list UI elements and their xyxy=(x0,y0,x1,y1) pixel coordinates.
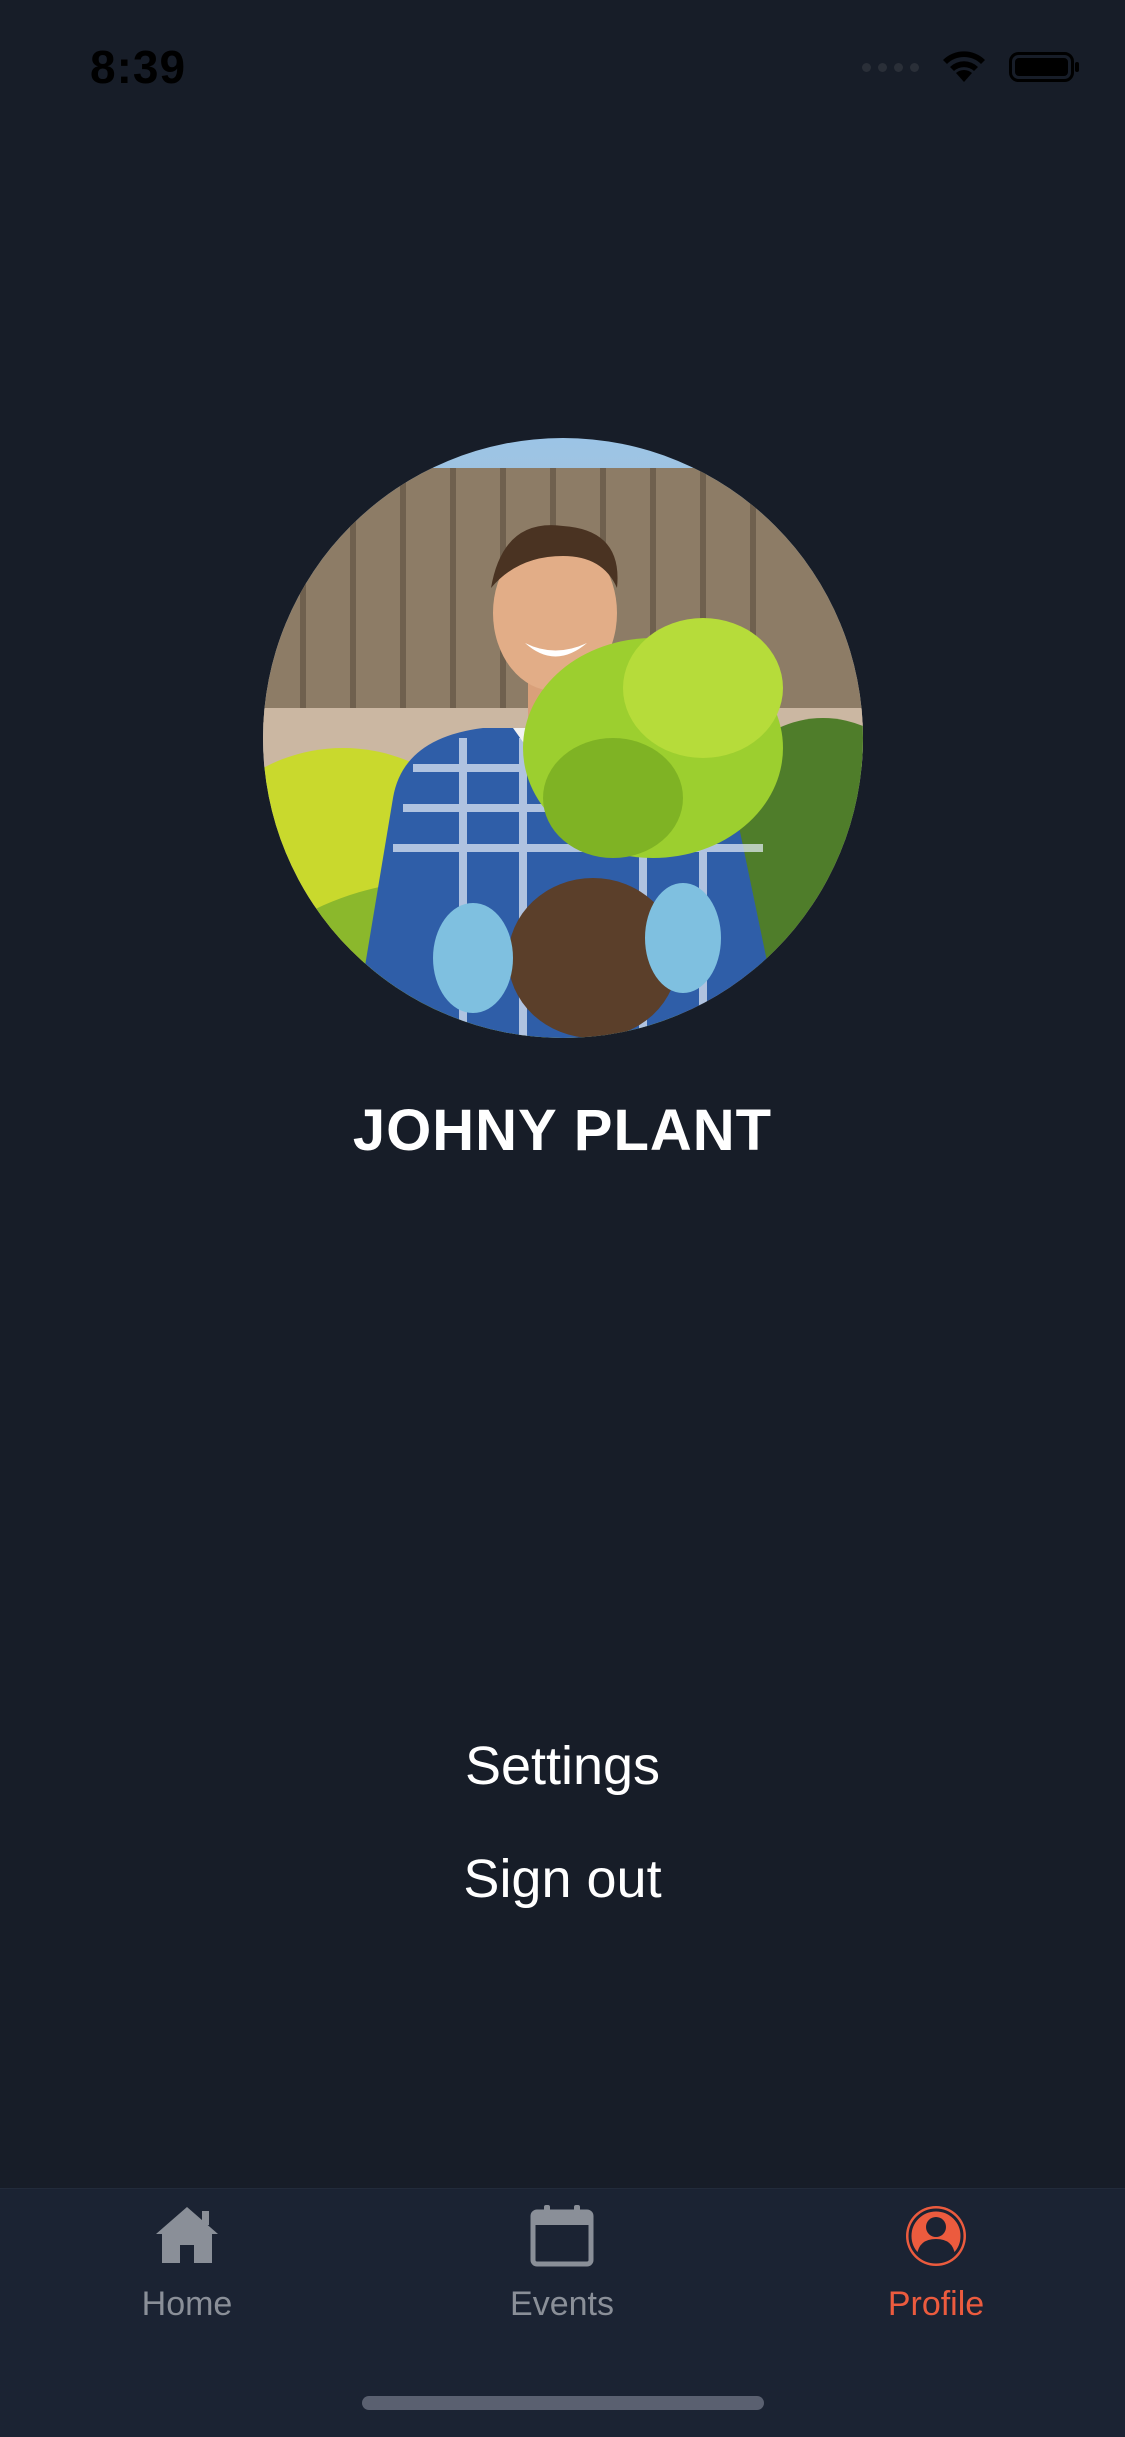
cellular-signal-icon xyxy=(862,62,919,72)
home-indicator xyxy=(362,2396,764,2410)
sign-out-link[interactable]: Sign out xyxy=(0,1848,1125,1910)
tab-events-label: Events xyxy=(510,2285,614,2323)
profile-photo xyxy=(263,438,863,1038)
tab-profile-label: Profile xyxy=(887,2285,985,2323)
settings-link[interactable]: Settings xyxy=(0,1735,1125,1797)
calendar-icon xyxy=(530,2205,594,2267)
battery-icon xyxy=(1009,52,1079,82)
status-bar: 8:39 xyxy=(0,0,1125,135)
profile-name: JOHNY PLANT xyxy=(352,1098,773,1163)
tab-events[interactable]: Events xyxy=(432,2201,692,2351)
wifi-icon xyxy=(943,51,985,82)
user-circle-icon xyxy=(906,2206,966,2266)
status-icons xyxy=(862,50,1081,84)
status-time: 8:39 xyxy=(90,41,187,93)
tab-profile[interactable]: Profile xyxy=(806,2201,1066,2351)
profile-avatar xyxy=(263,438,863,1038)
tab-home-label: Home xyxy=(141,2285,233,2323)
tab-home[interactable]: Home xyxy=(57,2201,317,2351)
home-icon xyxy=(156,2207,218,2263)
